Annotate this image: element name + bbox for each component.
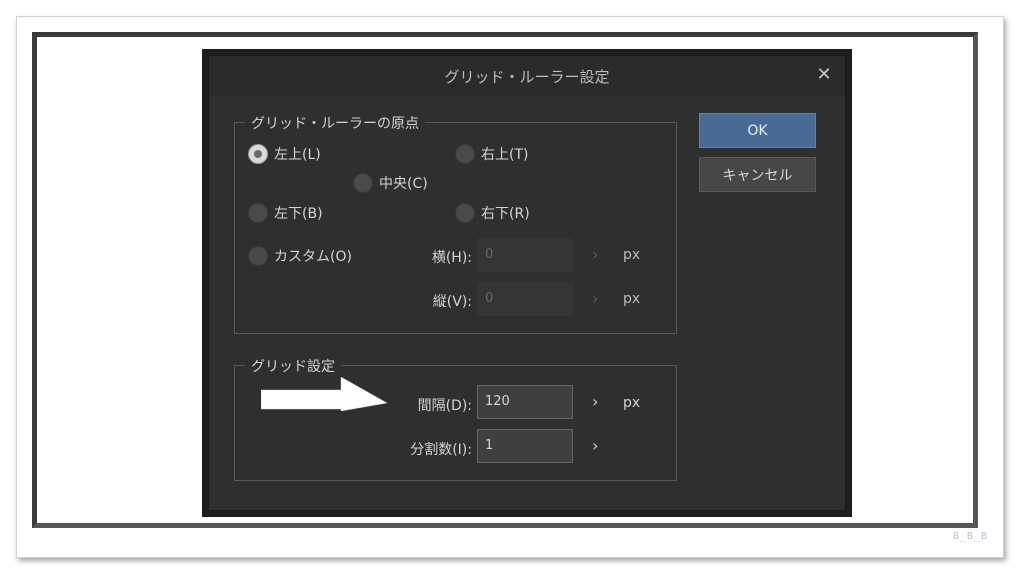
origin-group-legend: グリッド・ルーラーの原点 (245, 113, 425, 133)
horizontal-input[interactable]: 0 (477, 238, 573, 272)
radio-bottom-right-label: 右下(R) (481, 206, 530, 222)
dialog-title: グリッド・ルーラー設定 (444, 67, 610, 86)
radio-bottom-left[interactable]: 左下(B) (248, 203, 323, 223)
vertical-unit: px (623, 291, 641, 307)
radio-top-left-label: 左上(L) (274, 147, 321, 163)
chevron-right-icon[interactable]: › (592, 436, 598, 455)
watermark: B_B_B (952, 531, 988, 542)
divisions-input[interactable]: 1 (477, 429, 573, 463)
chevron-right-icon[interactable]: › (592, 245, 598, 264)
chevron-right-icon[interactable]: › (592, 392, 598, 411)
radio-unchecked-icon (455, 203, 475, 223)
grid-ruler-settings-dialog: グリッド・ルーラー設定 ✕ グリッド・ルーラーの原点 左上(L) 右上(T) 中… (208, 55, 846, 511)
radio-top-right[interactable]: 右上(T) (455, 144, 528, 164)
horizontal-unit: px (623, 247, 641, 263)
radio-center-label: 中央(C) (379, 176, 428, 192)
ok-button[interactable]: OK (699, 113, 816, 148)
radio-top-left[interactable]: 左上(L) (248, 144, 321, 164)
vertical-label: 縦(V): (432, 294, 472, 310)
radio-bottom-left-label: 左下(B) (274, 206, 323, 222)
dialog-titlebar: グリッド・ルーラー設定 ✕ (209, 56, 845, 96)
arrow-right-icon (261, 377, 388, 411)
chevron-right-icon[interactable]: › (592, 289, 598, 308)
radio-unchecked-icon (248, 246, 268, 266)
radio-custom[interactable]: カスタム(O) (248, 246, 352, 266)
radio-unchecked-icon (353, 173, 373, 193)
cancel-button[interactable]: キャンセル (699, 157, 816, 192)
radio-checked-icon (248, 144, 268, 164)
interval-label: 間隔(D): (417, 398, 472, 414)
radio-custom-label: カスタム(O) (274, 249, 352, 265)
radio-unchecked-icon (248, 203, 268, 223)
radio-bottom-right[interactable]: 右下(R) (455, 203, 530, 223)
grid-settings-legend: グリッド設定 (245, 356, 341, 376)
interval-input[interactable]: 120 (477, 385, 573, 419)
interval-unit: px (623, 395, 641, 411)
vertical-input[interactable]: 0 (477, 282, 573, 316)
radio-unchecked-icon (455, 144, 475, 164)
horizontal-label: 横(H): (431, 250, 472, 266)
close-icon[interactable]: ✕ (815, 66, 833, 84)
radio-top-right-label: 右上(T) (481, 147, 529, 163)
divisions-label: 分割数(I): (410, 442, 472, 458)
radio-center[interactable]: 中央(C) (353, 173, 428, 193)
